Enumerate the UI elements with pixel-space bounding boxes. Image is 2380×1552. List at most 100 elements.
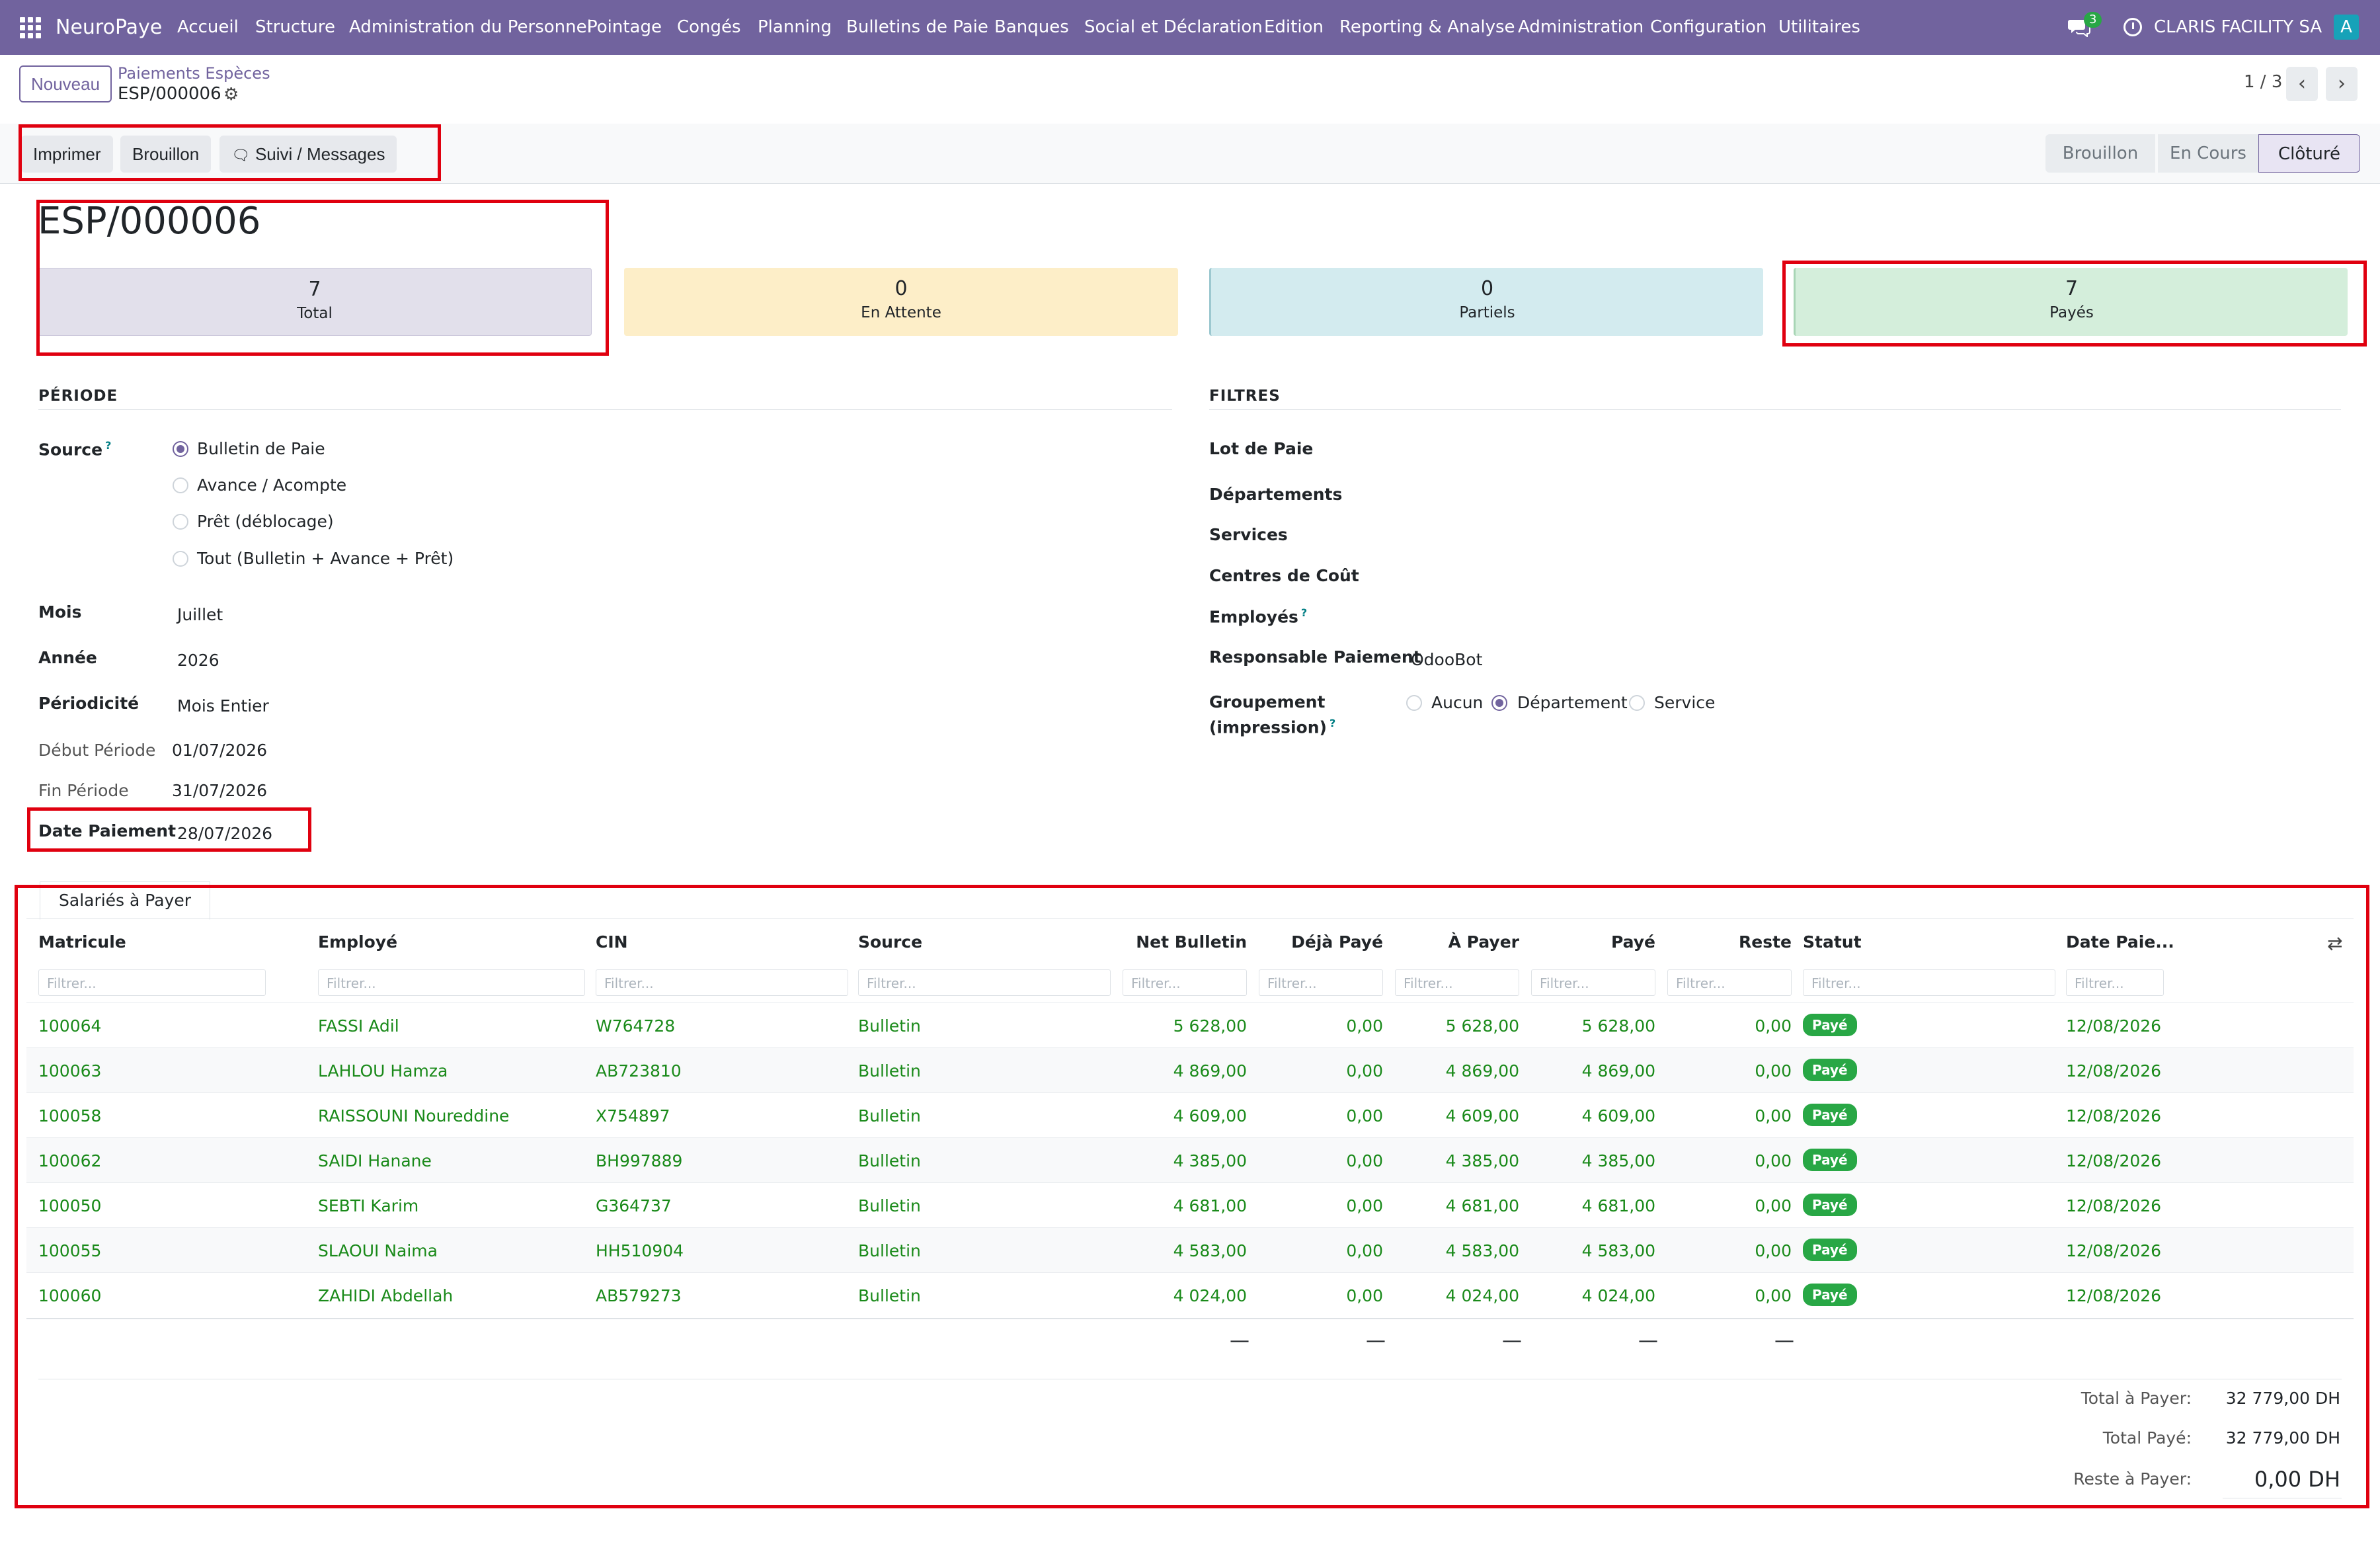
table-row[interactable]: 100063 LAHLOU Hamza AB723810 Bulletin 4 …	[26, 1047, 2354, 1093]
groupement-option-service[interactable]: Service	[1654, 693, 1715, 712]
menu-structure[interactable]: Structure	[255, 0, 335, 55]
periodicite-label: Périodicité	[38, 694, 139, 713]
table-row[interactable]: 100064 FASSI Adil W764728 Bulletin 5 628…	[26, 1002, 2354, 1048]
user-avatar[interactable]: A	[2334, 15, 2359, 40]
menu-bulletins-paie[interactable]: Bulletins de Paie	[846, 0, 988, 55]
draft-button[interactable]: Brouillon	[120, 136, 212, 173]
print-button[interactable]: Imprimer	[21, 136, 113, 173]
new-button[interactable]: Nouveau	[19, 65, 112, 102]
periodicite-field[interactable]: Mois Entier	[177, 696, 269, 715]
menu-administration-personnel[interactable]: Administration du Personnel	[349, 0, 592, 55]
filter-matricule[interactable]: Filtrer...	[38, 969, 266, 996]
menu-administration[interactable]: Administration	[1518, 0, 1644, 55]
source-option-bulletin[interactable]: Bulletin de Paie	[197, 439, 325, 458]
pager-value[interactable]: 1 / 3	[2244, 72, 2282, 92]
column-settings-icon[interactable]: ⇄	[2327, 932, 2342, 954]
cell-reste: 0,00	[1755, 1286, 1792, 1305]
menu-accueil[interactable]: Accueil	[177, 0, 239, 55]
status-brouillon[interactable]: Brouillon	[2045, 134, 2155, 173]
company-switcher[interactable]: CLARIS FACILITY SA	[2154, 0, 2322, 55]
menu-pointage[interactable]: Pointage	[587, 0, 662, 55]
source-radio-avance[interactable]	[173, 477, 188, 493]
column-header-date-paiement[interactable]: Date Paie...	[2066, 932, 2174, 952]
filter-reste[interactable]: Filtrer...	[1667, 969, 1792, 996]
filter-cin[interactable]: Filtrer...	[596, 969, 848, 996]
column-header-source[interactable]: Source	[858, 932, 922, 952]
filter-net-bulletin[interactable]: Filtrer...	[1123, 969, 1247, 996]
pager-next-button[interactable]: ›	[2326, 67, 2358, 101]
total-paye-value: 32 779,00 DH	[2225, 1428, 2340, 1448]
column-header-a-payer[interactable]: À Payer	[1387, 932, 1519, 952]
help-icon[interactable]: ?	[1329, 717, 1335, 729]
cell-deja-paye: 0,00	[1346, 1061, 1383, 1081]
date-paiement-field[interactable]: 28/07/2026	[177, 824, 272, 843]
menu-planning[interactable]: Planning	[758, 0, 832, 55]
filter-paye[interactable]: Filtrer...	[1531, 969, 1655, 996]
filter-source[interactable]: Filtrer...	[858, 969, 1111, 996]
column-header-employe[interactable]: Employé	[318, 932, 397, 952]
menu-reporting-analyse[interactable]: Reporting & Analyse	[1339, 0, 1515, 55]
mois-field[interactable]: Juillet	[177, 605, 223, 624]
table-row[interactable]: 100050 SEBTI Karim G364737 Bulletin 4 68…	[26, 1182, 2354, 1228]
cell-deja-paye: 0,00	[1346, 1151, 1383, 1170]
filter-employe[interactable]: Filtrer...	[318, 969, 585, 996]
stat-en-attente[interactable]: 0 En Attente	[624, 268, 1178, 336]
messages-button[interactable]: 🗨 Suivi / Messages	[219, 136, 397, 173]
menu-social-declaration[interactable]: Social et Déclaration	[1084, 0, 1263, 55]
groupement-option-departement[interactable]: Département	[1517, 693, 1628, 712]
column-header-matricule[interactable]: Matricule	[38, 932, 126, 952]
menu-edition[interactable]: Edition	[1264, 0, 1324, 55]
source-radio-pret[interactable]	[173, 514, 188, 530]
column-header-paye[interactable]: Payé	[1523, 932, 1655, 952]
stat-total[interactable]: 7 Total	[38, 268, 592, 336]
cell-employe: SAIDI Hanane	[318, 1151, 432, 1170]
groupement-radio-departement[interactable]	[1491, 695, 1507, 711]
column-header-statut[interactable]: Statut	[1803, 932, 1862, 952]
filter-deja-paye[interactable]: Filtrer...	[1259, 969, 1383, 996]
menu-conges[interactable]: Congés	[677, 0, 741, 55]
table-row[interactable]: 100058 RAISSOUNI Noureddine X754897 Bull…	[26, 1092, 2354, 1138]
source-option-pret[interactable]: Prêt (déblocage)	[197, 512, 334, 531]
mois-label: Mois	[38, 602, 82, 622]
menu-configuration[interactable]: Configuration	[1650, 0, 1766, 55]
apps-grid-icon[interactable]	[20, 17, 41, 38]
filter-date-paiement[interactable]: Filtrer...	[2066, 969, 2164, 996]
source-radio-tout[interactable]	[173, 551, 188, 567]
cell-cin: G364737	[596, 1196, 672, 1215]
stat-payes[interactable]: 7 Payés	[1794, 268, 2348, 336]
menu-banques[interactable]: Banques	[994, 0, 1069, 55]
column-header-cin[interactable]: CIN	[596, 932, 628, 952]
cell-a-payer: 4 583,00	[1445, 1241, 1519, 1260]
table-row[interactable]: 100062 SAIDI Hanane BH997889 Bulletin 4 …	[26, 1137, 2354, 1183]
table-row[interactable]: 100060 ZAHIDI Abdellah AB579273 Bulletin…	[26, 1272, 2354, 1319]
source-radio-bulletin[interactable]	[173, 441, 188, 457]
control-panel: Nouveau Paiements Espèces ESP/000006 ⚙ 1…	[0, 55, 2380, 124]
filter-statut[interactable]: Filtrer...	[1803, 969, 2055, 996]
responsable-paiement-field[interactable]: OdooBot	[1411, 650, 1482, 669]
column-header-reste[interactable]: Reste	[1659, 932, 1792, 952]
gear-icon[interactable]: ⚙	[223, 85, 239, 104]
source-option-tout[interactable]: Tout (Bulletin + Avance + Prêt)	[197, 549, 454, 568]
tab-salaries-a-payer[interactable]: Salariés à Payer	[40, 881, 211, 920]
app-brand[interactable]: NeuroPaye	[56, 0, 162, 55]
groupement-radio-service[interactable]	[1629, 695, 1645, 711]
status-en-cours[interactable]: En Cours	[2158, 134, 2258, 173]
table-row[interactable]: 100055 SLAOUI Naima HH510904 Bulletin 4 …	[26, 1227, 2354, 1273]
stat-partiels[interactable]: 0 Partiels	[1209, 268, 1763, 336]
column-header-net-bulletin[interactable]: Net Bulletin	[1115, 932, 1247, 952]
clock-icon[interactable]	[2123, 18, 2142, 36]
cell-cin: AB579273	[596, 1286, 682, 1305]
pager-previous-button[interactable]: ‹	[2286, 67, 2318, 101]
status-badge: Payé	[1803, 1284, 1857, 1306]
source-option-avance[interactable]: Avance / Acompte	[197, 475, 346, 495]
groupement-radio-aucun[interactable]	[1406, 695, 1422, 711]
groupement-option-aucun[interactable]: Aucun	[1431, 693, 1483, 712]
column-header-deja-paye[interactable]: Déjà Payé	[1251, 932, 1383, 952]
breadcrumb-parent[interactable]: Paiements Espèces	[118, 64, 270, 83]
menu-utilitaires[interactable]: Utilitaires	[1778, 0, 1860, 55]
help-icon[interactable]: ?	[1301, 606, 1307, 619]
filter-a-payer[interactable]: Filtrer...	[1395, 969, 1519, 996]
help-icon[interactable]: ?	[105, 439, 111, 452]
status-cloture[interactable]: Clôturé	[2258, 134, 2360, 173]
annee-field[interactable]: 2026	[177, 651, 219, 670]
